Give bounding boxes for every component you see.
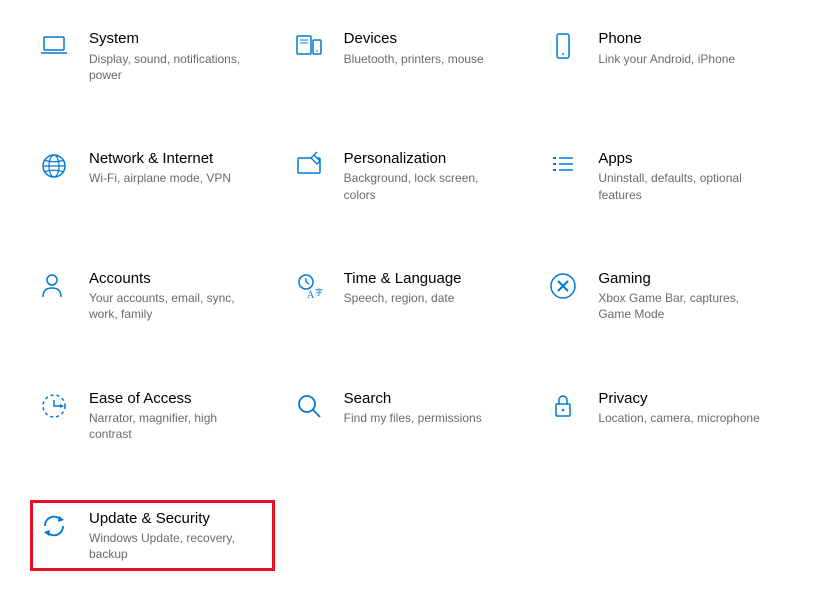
settings-tile-time-language[interactable]: Time & LanguageSpeech, region, date	[285, 260, 530, 332]
tile-description: Uninstall, defaults, optional features	[598, 170, 768, 202]
tile-description: Link your Android, iPhone	[598, 51, 735, 67]
search-icon	[292, 389, 326, 423]
time-language-icon	[292, 269, 326, 303]
tile-description: Narrator, magnifier, high contrast	[89, 410, 259, 442]
settings-tile-personalization[interactable]: PersonalizationBackground, lock screen, …	[285, 140, 530, 212]
tile-title: Phone	[598, 29, 735, 49]
tile-title: Ease of Access	[89, 389, 259, 409]
settings-tile-phone[interactable]: Phone Link your Android, iPhone	[539, 20, 784, 92]
personalization-icon	[292, 149, 326, 183]
devices-icon	[292, 29, 326, 63]
settings-tile-ease-of-access[interactable]: Ease of AccessNarrator, magnifier, high …	[30, 380, 275, 452]
tile-description: Find my files, permissions	[344, 410, 482, 426]
phone-icon	[546, 29, 580, 63]
settings-tile-apps[interactable]: AppsUninstall, defaults, optional featur…	[539, 140, 784, 212]
settings-tile-network[interactable]: Network & InternetWi-Fi, airplane mode, …	[30, 140, 275, 212]
tile-description: Speech, region, date	[344, 290, 462, 306]
settings-tile-update-security[interactable]: Update & SecurityWindows Update, recover…	[30, 500, 275, 572]
tile-title: Accounts	[89, 269, 259, 289]
tile-description: Bluetooth, printers, mouse	[344, 51, 484, 67]
laptop-icon	[37, 29, 71, 63]
tile-title: Update & Security	[89, 509, 259, 529]
tile-title: System	[89, 29, 259, 49]
settings-tile-privacy[interactable]: PrivacyLocation, camera, microphone	[539, 380, 784, 452]
ease-of-access-icon	[37, 389, 71, 423]
tile-description: Xbox Game Bar, captures, Game Mode	[598, 290, 768, 322]
tile-description: Wi-Fi, airplane mode, VPN	[89, 170, 231, 186]
apps-icon	[546, 149, 580, 183]
tile-description: Location, camera, microphone	[598, 410, 759, 426]
tile-title: Time & Language	[344, 269, 462, 289]
tile-title: Gaming	[598, 269, 768, 289]
settings-tile-devices[interactable]: Devices Bluetooth, printers, mouse	[285, 20, 530, 92]
gaming-icon	[546, 269, 580, 303]
tile-title: Network & Internet	[89, 149, 231, 169]
tile-title: Devices	[344, 29, 484, 49]
tile-title: Personalization	[344, 149, 514, 169]
lock-icon	[546, 389, 580, 423]
person-icon	[37, 269, 71, 303]
tile-description: Background, lock screen, colors	[344, 170, 514, 202]
tile-title: Apps	[598, 149, 768, 169]
update-icon	[37, 509, 71, 543]
globe-icon	[37, 149, 71, 183]
tile-description: Display, sound, notifications, power	[89, 51, 259, 83]
settings-tile-system[interactable]: SystemDisplay, sound, notifications, pow…	[30, 20, 275, 92]
tile-description: Windows Update, recovery, backup	[89, 530, 259, 562]
settings-tile-accounts[interactable]: AccountsYour accounts, email, sync, work…	[30, 260, 275, 332]
settings-tile-search[interactable]: SearchFind my files, permissions	[285, 380, 530, 452]
tile-title: Privacy	[598, 389, 759, 409]
tile-title: Search	[344, 389, 482, 409]
tile-description: Your accounts, email, sync, work, family	[89, 290, 259, 322]
settings-tile-gaming[interactable]: GamingXbox Game Bar, captures, Game Mode	[539, 260, 784, 332]
